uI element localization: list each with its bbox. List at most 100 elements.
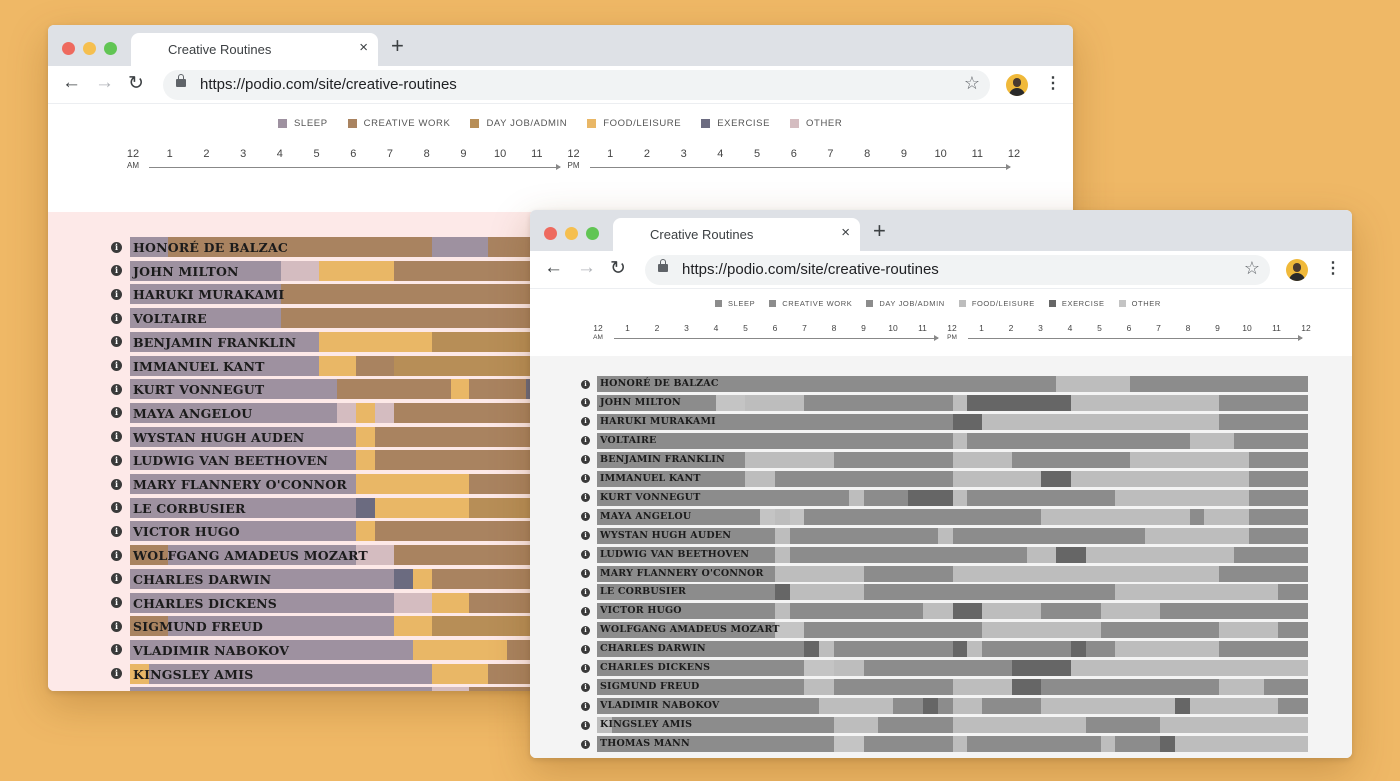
tab-creative-routines[interactable]: Creative Routines × (131, 33, 378, 66)
forward-arrow-icon[interactable]: → (577, 257, 596, 279)
segment-sleep[interactable] (1248, 527, 1308, 544)
person-row[interactable]: i KURT VONNEGUT (530, 489, 1352, 506)
segment-food[interactable] (774, 508, 791, 525)
segment-food[interactable] (952, 394, 968, 411)
segment-food[interactable] (848, 489, 865, 506)
segment-exercise[interactable] (908, 489, 953, 506)
info-icon[interactable]: i (581, 417, 590, 427)
person-row[interactable]: i BENJAMIN FRANKLIN (530, 451, 1352, 468)
segment-dayjob[interactable] (834, 451, 953, 468)
person-row[interactable]: i MAYA ANGELOU (530, 508, 1352, 525)
minimize-window-button[interactable] (565, 227, 578, 240)
routine-bar[interactable]: LE CORBUSIER (597, 584, 1308, 601)
segment-food[interactable] (952, 451, 1013, 468)
segment-creative[interactable] (375, 521, 546, 542)
segment-sleep[interactable] (1233, 432, 1308, 449)
info-icon[interactable]: i (581, 398, 590, 408)
segment-food[interactable] (982, 717, 1087, 734)
routine-bar[interactable]: VLADIMIR NABOKOV (597, 698, 1308, 715)
segment-creative[interactable] (1100, 622, 1220, 639)
segment-food[interactable] (834, 717, 879, 734)
segment-food[interactable] (982, 603, 1042, 620)
profile-avatar[interactable] (1286, 259, 1308, 281)
segment-creative[interactable] (356, 355, 395, 376)
segment-dayjob[interactable] (834, 679, 953, 696)
segment-sleep[interactable] (1130, 376, 1308, 392)
segment-sleep[interactable] (1233, 546, 1308, 563)
segment-food[interactable] (412, 568, 433, 589)
segment-exercise[interactable] (1041, 470, 1072, 487)
segment-creative[interactable] (1085, 641, 1116, 658)
info-icon[interactable]: i (111, 478, 122, 490)
segment-food[interactable] (952, 432, 968, 449)
segment-food[interactable] (745, 470, 776, 487)
segment-sleep[interactable] (1278, 698, 1308, 715)
segment-food[interactable] (375, 497, 470, 518)
close-icon[interactable]: × (841, 224, 850, 241)
segment-food[interactable] (1041, 698, 1176, 715)
person-row[interactable]: i WOLFGANG AMADEUS MOZART (530, 622, 1352, 639)
info-icon[interactable]: i (581, 625, 590, 635)
segment-food[interactable] (922, 603, 953, 620)
info-icon[interactable]: i (581, 644, 590, 654)
routine-bar[interactable]: MAYA ANGELOU (597, 508, 1308, 525)
person-row[interactable]: i IMMANUEL KANT (530, 470, 1352, 487)
info-icon[interactable]: i (111, 265, 122, 277)
segment-exercise[interactable] (1056, 546, 1087, 563)
segment-creative[interactable] (789, 527, 939, 544)
segment-other[interactable] (393, 592, 433, 613)
info-icon[interactable]: i (581, 531, 590, 541)
segment-other[interactable] (804, 660, 835, 677)
segment-food[interactable] (450, 379, 470, 400)
segment-other[interactable] (375, 402, 395, 423)
segment-sleep[interactable] (1219, 641, 1308, 658)
person-row[interactable]: i JOHN MILTON (530, 394, 1352, 411)
segment-food[interactable] (774, 565, 865, 582)
segment-food[interactable] (1204, 508, 1250, 525)
segment-food[interactable] (952, 565, 1220, 582)
segment-creative[interactable] (789, 546, 1028, 563)
segment-creative[interactable] (774, 470, 805, 487)
info-icon[interactable]: i (581, 436, 590, 446)
segment-creative[interactable] (967, 432, 1190, 449)
segment-food[interactable] (1041, 508, 1190, 525)
close-window-button[interactable] (62, 42, 75, 55)
segment-creative[interactable] (863, 736, 953, 753)
close-icon[interactable]: × (359, 39, 368, 56)
segment-creative[interactable] (1085, 717, 1161, 734)
segment-food[interactable] (431, 663, 489, 684)
info-icon[interactable]: i (111, 383, 122, 395)
segment-creative[interactable] (1189, 508, 1205, 525)
reload-icon[interactable]: ↻ (128, 72, 144, 95)
routine-bar[interactable]: CHARLES DARWIN (597, 641, 1308, 658)
segment-creative[interactable] (1115, 736, 1161, 753)
new-tab-button[interactable]: + (873, 218, 886, 244)
info-icon[interactable]: i (581, 493, 590, 503)
segment-exercise[interactable] (1011, 660, 1072, 677)
segment-exercise[interactable] (393, 568, 414, 589)
segment-food[interactable] (431, 592, 470, 613)
segment-food[interactable] (819, 641, 835, 658)
segment-creative[interactable] (982, 641, 1072, 658)
segment-food[interactable] (937, 527, 953, 544)
forward-arrow-icon[interactable]: → (95, 72, 114, 94)
segment-food[interactable] (318, 355, 357, 376)
segment-food[interactable] (834, 660, 865, 677)
segment-creative[interactable] (804, 394, 953, 411)
segment-exercise[interactable] (1011, 679, 1042, 696)
maximize-window-button[interactable] (586, 227, 599, 240)
segment-food[interactable] (1085, 546, 1235, 563)
info-icon[interactable]: i (111, 597, 122, 608)
info-icon[interactable]: i (111, 360, 122, 371)
segment-food[interactable] (1145, 527, 1250, 544)
segment-creative[interactable] (982, 698, 1042, 715)
info-icon[interactable]: i (581, 587, 590, 597)
routine-bar[interactable]: KURT VONNEGUT (597, 489, 1308, 506)
segment-creative[interactable] (804, 508, 1042, 525)
info-icon[interactable]: i (111, 431, 122, 443)
segment-sleep[interactable] (1248, 470, 1308, 487)
segment-food[interactable] (1189, 698, 1279, 715)
routine-bar[interactable]: KINGSLEY AMIS (597, 717, 1308, 734)
segment-food[interactable] (1100, 603, 1161, 620)
tab-creative-routines[interactable]: Creative Routines × (613, 218, 860, 251)
